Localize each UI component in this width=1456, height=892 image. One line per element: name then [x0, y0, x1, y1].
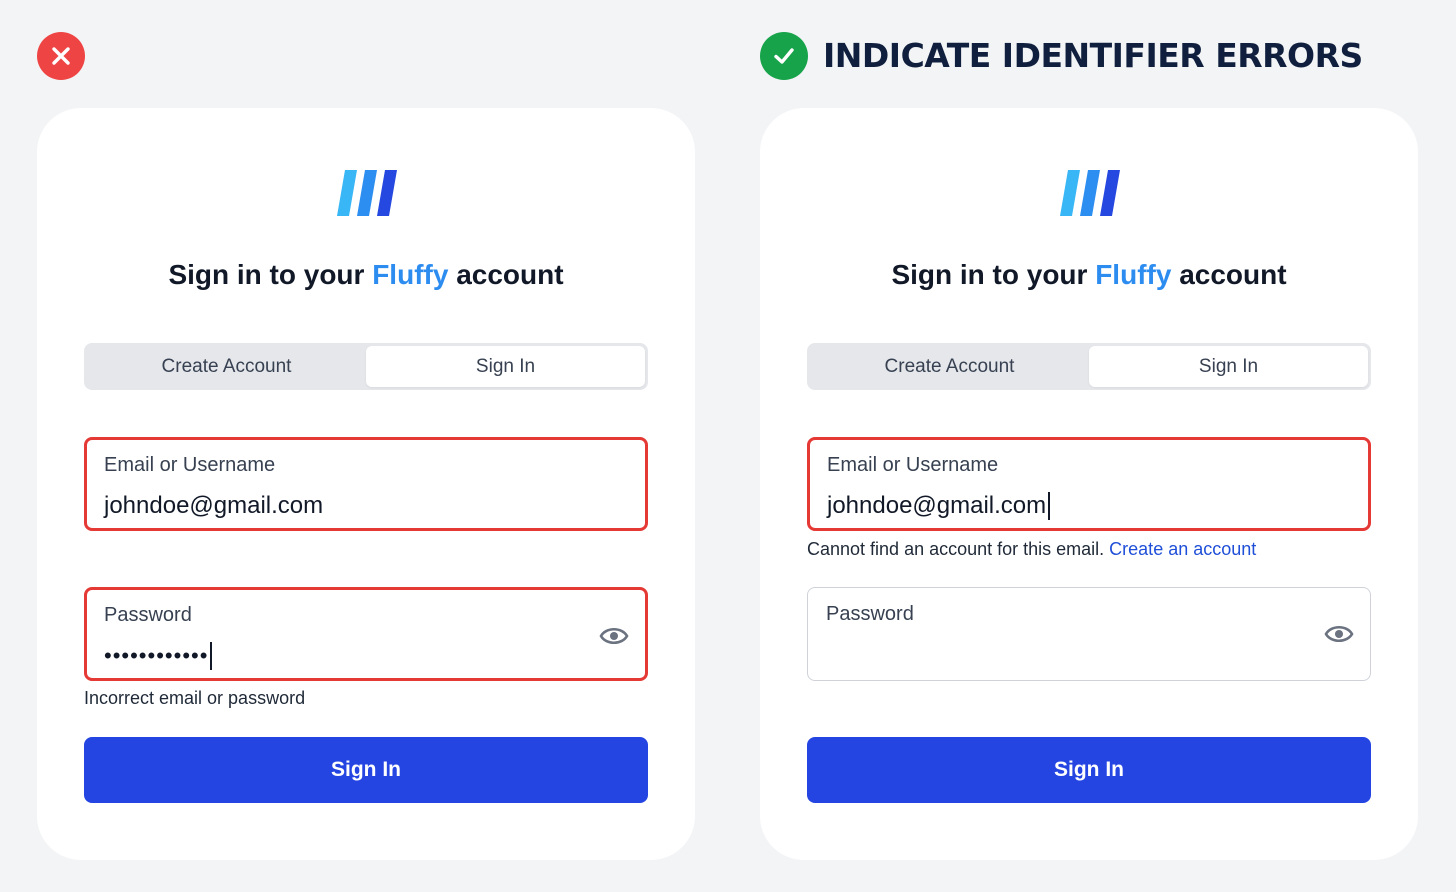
email-label: Email or Username: [104, 454, 276, 476]
email-label: Email or Username: [827, 454, 999, 476]
page-title: Sign in to your Fluffy account: [37, 258, 695, 292]
check-icon: [774, 48, 794, 64]
tab-sign-in[interactable]: Sign In: [366, 346, 645, 387]
auth-tabs: Create Account Sign In: [807, 343, 1371, 390]
error-message: Incorrect email or password: [84, 688, 306, 708]
identifier-error-text: Cannot find an account for this email.: [807, 539, 1110, 559]
title-suffix: account: [1171, 259, 1287, 290]
eye-icon[interactable]: [599, 624, 629, 648]
text-caret: [1048, 492, 1051, 520]
fluffy-logo-icon: [337, 170, 397, 216]
password-dots: ••••••••••••: [104, 643, 209, 668]
title-prefix: Sign in to your: [891, 259, 1096, 290]
password-field[interactable]: Password: [807, 587, 1371, 681]
tab-create-account[interactable]: Create Account: [810, 346, 1089, 387]
email-field[interactable]: Email or Username johndoe@gmail.com: [84, 437, 648, 531]
title-suffix: account: [448, 259, 564, 290]
password-label: Password: [826, 603, 914, 625]
title-prefix: Sign in to your: [168, 259, 373, 290]
signin-card-bad: Sign in to your Fluffy account Create Ac…: [37, 108, 695, 860]
tab-sign-in[interactable]: Sign In: [1089, 346, 1368, 387]
bad-example-badge: [37, 32, 85, 80]
eye-icon[interactable]: [1324, 622, 1354, 646]
email-value[interactable]: johndoe@gmail.com: [827, 492, 1051, 520]
brand-name: Fluffy: [372, 259, 449, 290]
brand-name: Fluffy: [1095, 259, 1172, 290]
close-icon: [52, 47, 70, 65]
sign-in-button[interactable]: Sign In: [807, 737, 1371, 803]
password-field[interactable]: Password ••••••••••••: [84, 587, 648, 681]
tab-create-account[interactable]: Create Account: [87, 346, 366, 387]
create-account-link[interactable]: Create an account: [1109, 539, 1256, 559]
password-value[interactable]: ••••••••••••: [104, 642, 213, 670]
text-caret: [210, 642, 213, 670]
auth-tabs: Create Account Sign In: [84, 343, 648, 390]
good-example-badge: [760, 32, 808, 80]
email-field[interactable]: Email or Username johndoe@gmail.com: [807, 437, 1371, 531]
identifier-error-message: Cannot find an account for this email. C…: [807, 539, 1256, 560]
email-value[interactable]: johndoe@gmail.com: [104, 492, 323, 520]
email-value-text: johndoe@gmail.com: [827, 492, 1047, 519]
password-label: Password: [104, 604, 192, 626]
sign-in-button[interactable]: Sign In: [84, 737, 648, 803]
fluffy-logo-icon: [1060, 170, 1120, 216]
email-value-text: johndoe@gmail.com: [104, 492, 324, 519]
page-title: Sign in to your Fluffy account: [760, 258, 1418, 292]
good-example-heading: INDICATE IDENTIFIER ERRORS: [823, 36, 1363, 75]
signin-card-good: Sign in to your Fluffy account Create Ac…: [760, 108, 1418, 860]
